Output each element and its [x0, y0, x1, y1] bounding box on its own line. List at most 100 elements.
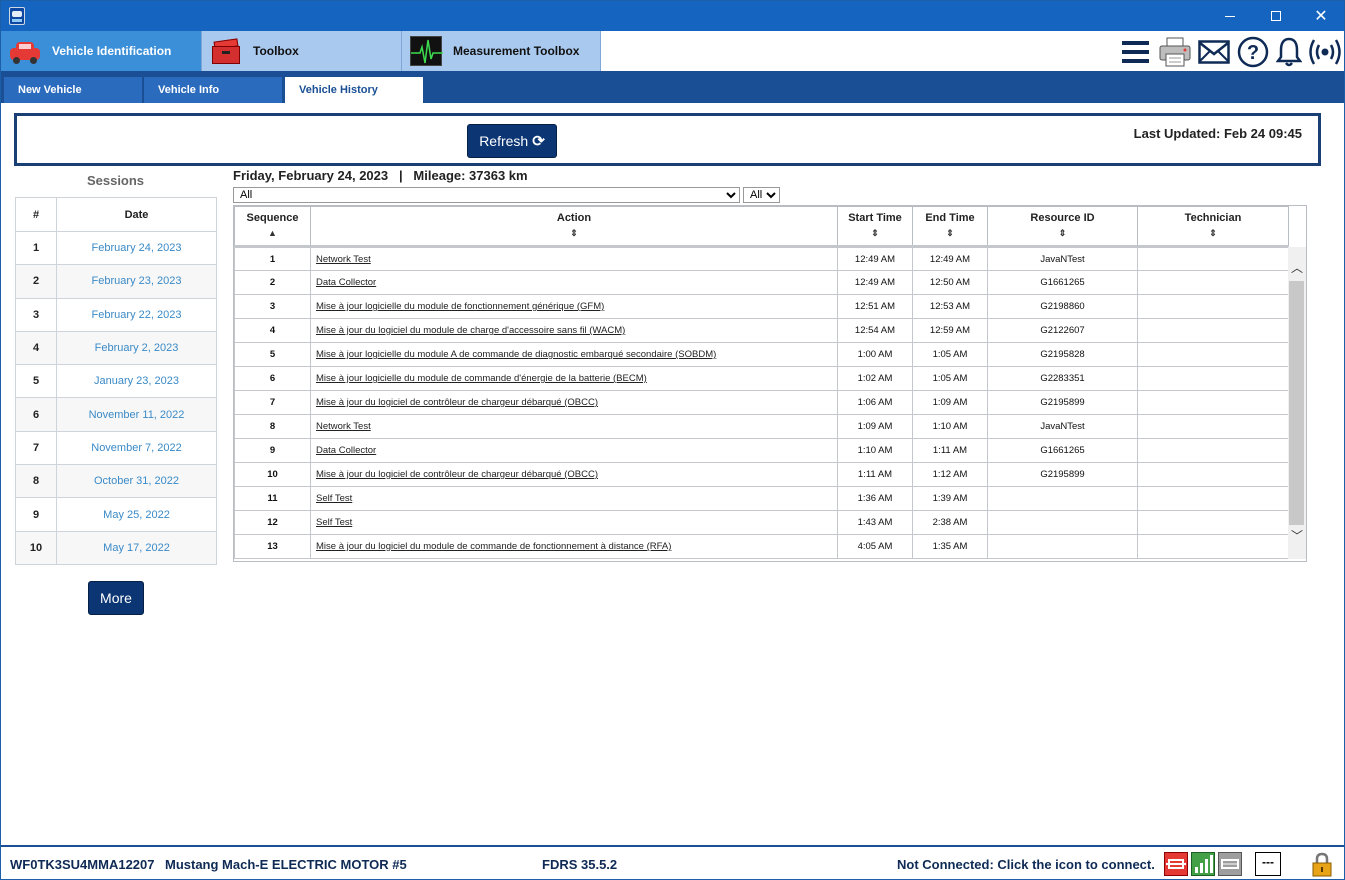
row-technician — [1137, 390, 1289, 415]
row-technician — [1137, 438, 1289, 463]
refresh-button[interactable]: Refresh ⟳ — [467, 124, 557, 158]
action-link[interactable]: Mise à jour du logiciel de contrôleur de… — [316, 397, 598, 408]
row-resource-id: JavaNTest — [987, 414, 1138, 439]
row-action: Mise à jour du logiciel de contrôleur de… — [310, 390, 838, 415]
wireless-icon[interactable] — [1306, 35, 1344, 69]
col-technician[interactable]: Technician ⇕ — [1137, 206, 1289, 247]
session-date-link[interactable]: February 2, 2023 — [56, 330, 217, 366]
col-sequence[interactable]: Sequence ▲ — [234, 206, 311, 247]
dash-indicator[interactable]: --- — [1255, 852, 1281, 876]
row-sequence: 9 — [234, 438, 311, 463]
row-technician — [1137, 486, 1289, 511]
tab-new-vehicle[interactable]: New Vehicle — [4, 77, 142, 103]
row-resource-id: G2122607 — [987, 318, 1138, 343]
session-date-link[interactable]: May 25, 2022 — [56, 497, 217, 532]
action-link[interactable]: Mise à jour logicielle du module de comm… — [316, 373, 647, 384]
session-number: 6 — [15, 397, 57, 432]
row-resource-id: G1661265 — [987, 438, 1138, 463]
maximize-button[interactable] — [1253, 1, 1299, 31]
action-link[interactable]: Mise à jour logicielle du module de fonc… — [316, 301, 604, 312]
printer-icon[interactable] — [1157, 35, 1193, 69]
signal-strength-icon[interactable] — [1191, 852, 1215, 876]
action-link[interactable]: Self Test — [316, 517, 352, 528]
tab-vehicle-info[interactable]: Vehicle Info — [144, 77, 282, 103]
bell-icon[interactable] — [1275, 35, 1303, 69]
sort-icon: ⇕ — [1209, 228, 1217, 238]
scrollbar-thumb[interactable] — [1289, 281, 1304, 525]
action-link[interactable]: Network Test — [316, 254, 371, 265]
tab-vehicle-history[interactable]: Vehicle History — [285, 77, 423, 103]
session-date-link[interactable]: November 11, 2022 — [56, 397, 217, 432]
session-date-link[interactable]: January 23, 2023 — [56, 364, 217, 399]
col-start-time[interactable]: Start Time ⇕ — [837, 206, 913, 247]
sort-icon: ⇕ — [1058, 228, 1067, 238]
session-date-link[interactable]: May 17, 2022 — [56, 530, 217, 565]
vci-device-icon[interactable] — [1218, 852, 1242, 876]
history-row: 11 Self Test 1:36 AM 1:39 AM — [234, 486, 1289, 511]
lock-icon[interactable] — [1311, 852, 1335, 877]
row-action: Self Test — [310, 510, 838, 535]
session-number: 8 — [15, 464, 57, 499]
session-date-link[interactable]: February 24, 2023 — [56, 230, 217, 266]
secondary-filter-select[interactable]: All — [743, 187, 780, 203]
scroll-up-icon[interactable]: ︿ — [1291, 261, 1303, 275]
col-resource-id[interactable]: Resource ID ⇕ — [987, 206, 1138, 247]
close-button[interactable]: ✕ — [1298, 1, 1344, 31]
session-date-link[interactable]: February 22, 2023 — [56, 297, 217, 332]
session-row[interactable]: 3 February 22, 2023 — [15, 297, 217, 332]
col-sequence-label: Sequence — [246, 212, 299, 224]
sub-tab-bar: New Vehicle Vehicle Info Vehicle History — [1, 73, 1344, 103]
row-sequence: 3 — [234, 294, 311, 319]
session-row[interactable]: 2 February 23, 2023 — [15, 264, 217, 299]
minimize-button[interactable] — [1207, 1, 1253, 31]
action-link[interactable]: Network Test — [316, 421, 371, 432]
session-date-link[interactable]: February 23, 2023 — [56, 264, 217, 299]
history-row: 2 Data Collector 12:49 AM 12:50 AM G1661265 — [234, 270, 1289, 295]
session-row[interactable]: 9 May 25, 2022 — [15, 497, 217, 532]
session-row[interactable]: 5 January 23, 2023 — [15, 364, 217, 399]
action-link[interactable]: Mise à jour du logiciel du module de com… — [316, 541, 671, 552]
tab-measurement-toolbox[interactable]: Measurement Toolbox — [401, 31, 601, 71]
action-link[interactable]: Data Collector — [316, 445, 376, 456]
session-row[interactable]: 6 November 11, 2022 — [15, 397, 217, 432]
row-resource-id: G2195899 — [987, 390, 1138, 415]
sort-icon: ⇕ — [946, 228, 954, 238]
history-row: 10 Mise à jour du logiciel de contrôleur … — [234, 462, 1289, 487]
row-action: Network Test — [310, 245, 838, 271]
last-updated-text: Last Updated: Feb 24 09:45 — [1133, 126, 1302, 141]
action-link[interactable]: Data Collector — [316, 277, 376, 288]
vci-disconnected-icon[interactable] — [1164, 852, 1188, 876]
sessions-table: # Date 1 February 24, 2023 2 February 23, 2… — [15, 197, 217, 565]
session-row[interactable]: 8 October 31, 2022 — [15, 464, 217, 499]
action-link[interactable]: Mise à jour logicielle du module A de co… — [316, 349, 716, 360]
app-version-text: FDRS 35.5.2 — [542, 857, 618, 872]
col-end-time[interactable]: End Time ⇕ — [912, 206, 988, 247]
session-row[interactable]: 7 November 7, 2022 — [15, 430, 217, 466]
action-link[interactable]: Self Test — [316, 493, 352, 504]
history-table: Sequence ▲ Action ⇕ Start Time ⇕ End Time ⇕ … — [234, 206, 1289, 559]
action-filter-select[interactable]: All — [233, 187, 740, 203]
session-date-link[interactable]: November 7, 2022 — [56, 430, 217, 466]
row-technician — [1137, 534, 1289, 559]
session-row[interactable]: 10 May 17, 2022 — [15, 530, 217, 565]
tab-toolbox[interactable]: Toolbox — [201, 31, 401, 71]
session-date-link[interactable]: October 31, 2022 — [56, 464, 217, 499]
action-link[interactable]: Mise à jour du logiciel du module de cha… — [316, 325, 625, 336]
col-action[interactable]: Action ⇕ — [310, 206, 838, 247]
action-link[interactable]: Mise à jour du logiciel de contrôleur de… — [316, 469, 598, 480]
row-action: Data Collector — [310, 270, 838, 295]
row-start-time: 12:51 AM — [837, 294, 913, 319]
session-row[interactable]: 1 February 24, 2023 — [15, 230, 217, 266]
sort-icon: ⇕ — [570, 228, 578, 238]
history-scrollbar[interactable]: ︿ ﹀ — [1288, 247, 1306, 559]
session-row[interactable]: 4 February 2, 2023 — [15, 330, 217, 366]
help-icon[interactable]: ? — [1236, 35, 1270, 69]
session-number: 4 — [15, 330, 57, 366]
scroll-down-icon[interactable]: ﹀ — [1291, 529, 1303, 543]
menu-icon[interactable] — [1120, 35, 1150, 69]
mail-icon[interactable] — [1197, 35, 1231, 69]
more-button[interactable]: More — [88, 581, 144, 615]
svg-text:?: ? — [1247, 42, 1259, 64]
tab-vehicle-identification[interactable]: Vehicle Identification — [1, 31, 201, 71]
row-technician — [1137, 366, 1289, 391]
